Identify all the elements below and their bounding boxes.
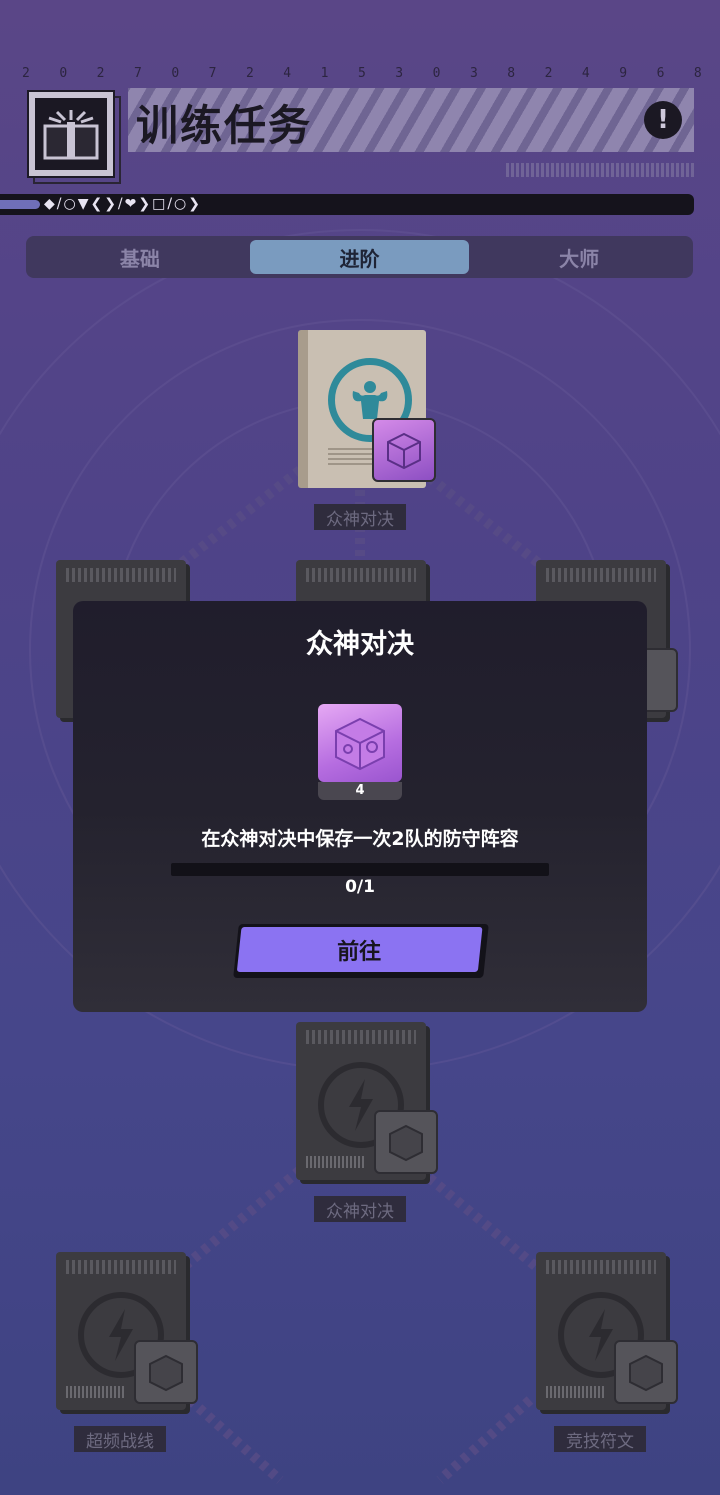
task-description: 在众神对决中保存一次2队的防守阵容: [201, 828, 519, 850]
digit: 3: [395, 66, 404, 81]
rune-cube-icon: [374, 1110, 438, 1174]
reward-item[interactable]: 4: [318, 704, 402, 800]
barcode-decoration: [506, 163, 694, 177]
digit: 8: [507, 66, 516, 81]
reward-count: 4: [318, 782, 402, 800]
go-button-face: 前往: [236, 927, 483, 972]
digit: 2: [22, 66, 30, 81]
rune-cube-icon: [318, 704, 402, 782]
digit: 0: [59, 66, 68, 81]
page-title: 训练任务: [136, 101, 313, 150]
tab-bar: 基础 进阶 大师: [26, 236, 693, 278]
book-barcode: [66, 1386, 126, 1398]
rune-cube-icon: [134, 1340, 198, 1404]
digit: 3: [469, 66, 478, 81]
book-dots: [546, 1260, 656, 1274]
rune-cube-icon: [614, 1340, 678, 1404]
digit: 2: [96, 66, 105, 81]
digit: 6: [656, 66, 665, 81]
open-book-icon: [43, 110, 99, 160]
digit: 0: [171, 66, 180, 81]
digit: 4: [283, 66, 292, 81]
book-dots: [66, 1260, 176, 1274]
digit: 2: [245, 66, 254, 81]
tab-basic[interactable]: 基础: [30, 240, 250, 274]
digit: 7: [208, 66, 217, 81]
node-label-bottom-right: 竞技符文: [554, 1426, 646, 1452]
modal-title: 众神对决: [306, 629, 414, 660]
digit: 0: [432, 66, 441, 81]
digit: 2: [544, 66, 553, 81]
progress-bar: [171, 863, 549, 876]
digit: 8: [693, 66, 702, 81]
node-label-middle: 众神对决: [314, 1196, 406, 1222]
book-barcode: [546, 1386, 606, 1398]
go-button[interactable]: 前往: [233, 924, 489, 978]
tab-master[interactable]: 大师: [469, 240, 689, 274]
digit: 4: [581, 66, 590, 81]
book-dots: [546, 568, 656, 582]
node-label-bottom-left: 超频战线: [74, 1426, 166, 1452]
tab-advanced[interactable]: 进阶: [249, 240, 470, 274]
digit: 5: [357, 66, 366, 81]
digit: 1: [320, 66, 329, 81]
book-dots: [66, 568, 176, 582]
book-barcode: [306, 1156, 366, 1168]
date-digit-strip: 2 0 2 7 0 7 2 4 1 5 3 0 3 8 2 4 9 6 8: [22, 66, 702, 81]
go-button-label: 前往: [337, 939, 382, 965]
digit: 7: [133, 66, 142, 81]
exclamation-icon[interactable]: !: [644, 101, 682, 139]
node-label-top: 众神对决: [314, 504, 406, 530]
title-icon-box: [27, 90, 115, 178]
symbol-string: ◆/○▼❮❯/❤❯□/○❯: [44, 196, 202, 212]
book-dots: [306, 1030, 416, 1044]
symbol-bar-accent: [0, 200, 40, 209]
rune-cube-icon: [372, 418, 436, 482]
book-dots: [306, 568, 416, 582]
digit: 9: [619, 66, 628, 81]
progress-text: 0/1: [345, 877, 375, 897]
